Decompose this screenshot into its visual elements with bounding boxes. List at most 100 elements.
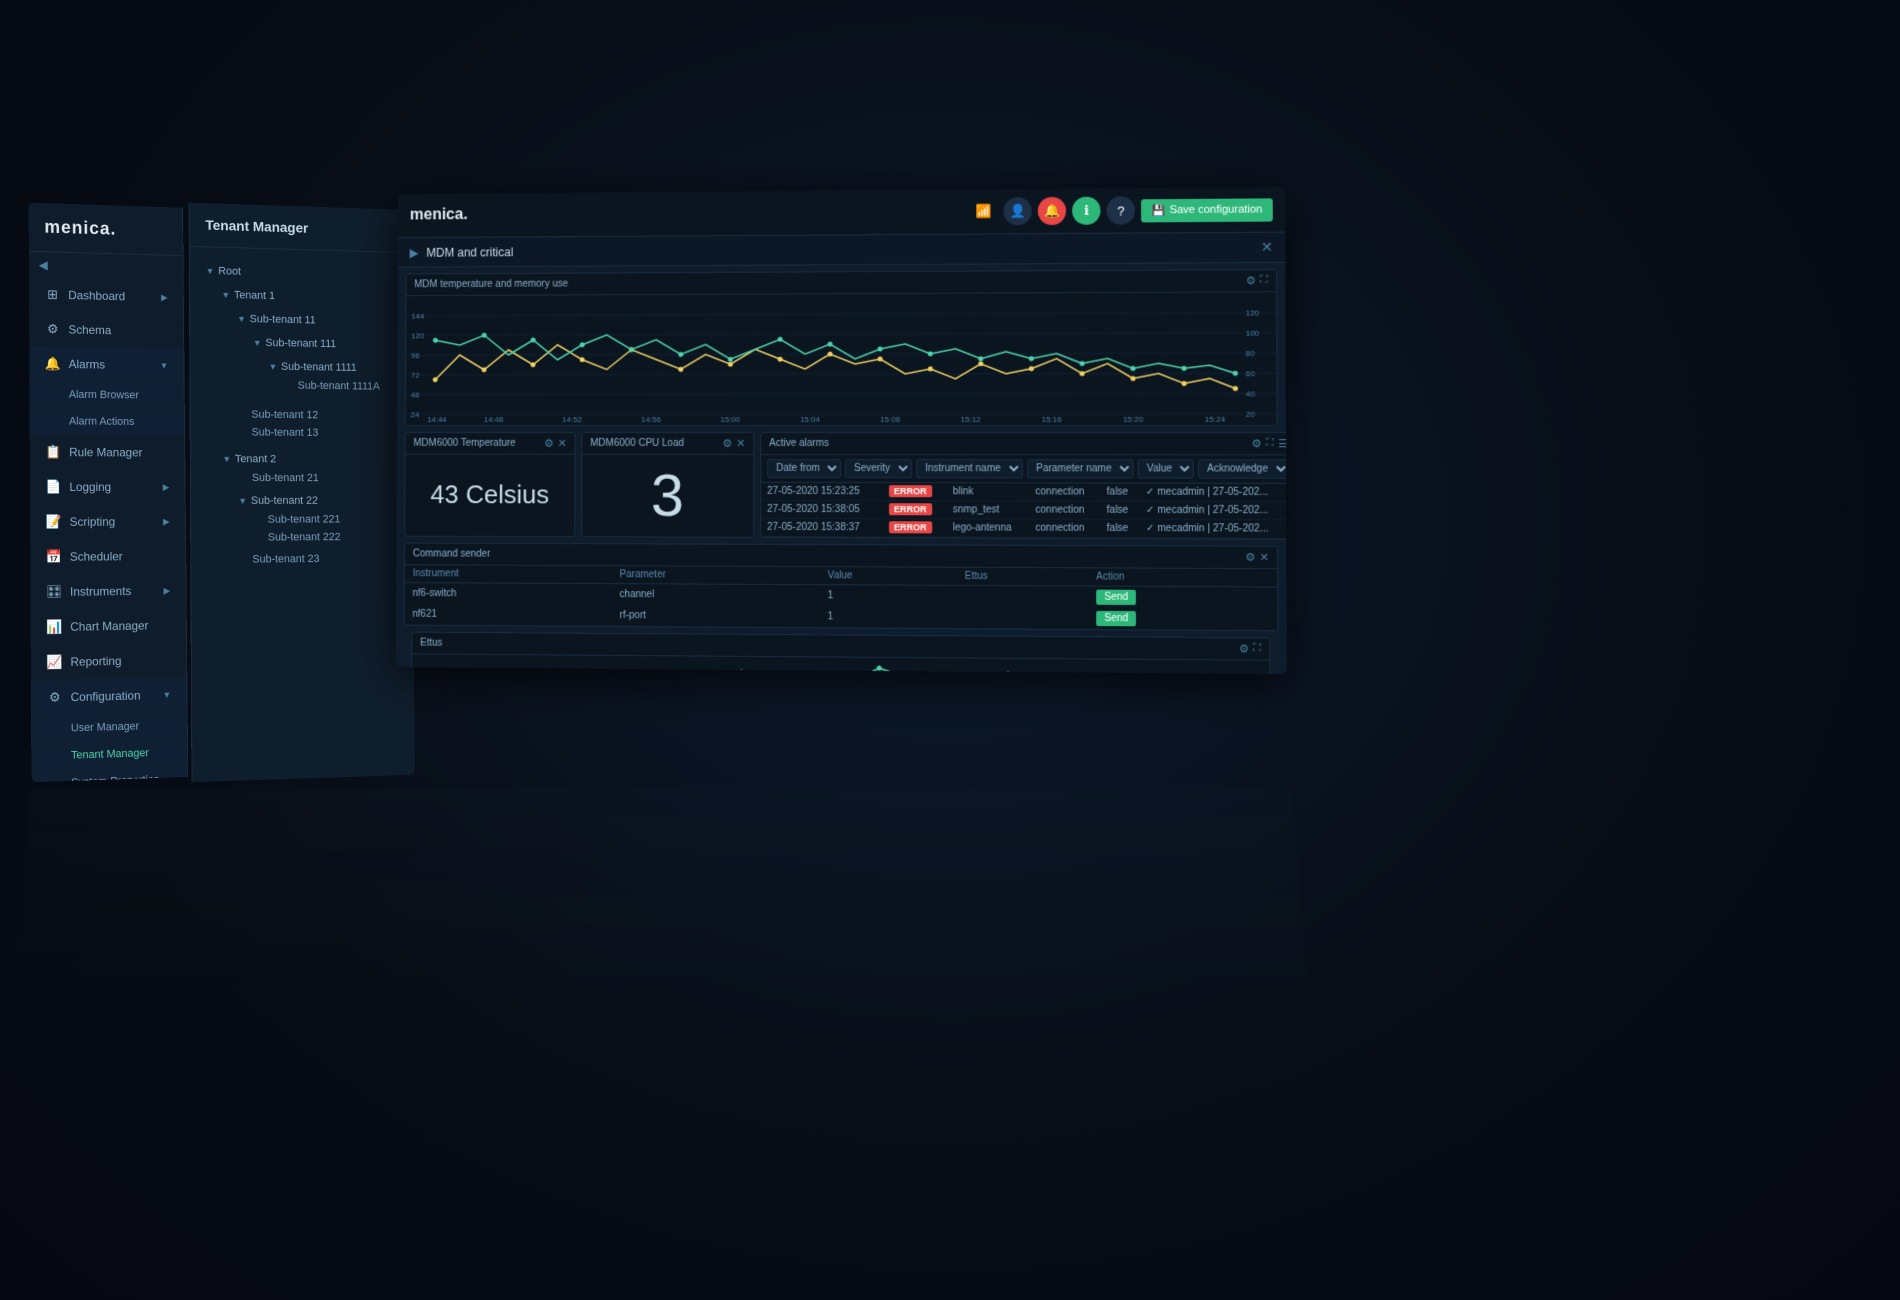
chart-settings-icon[interactable]: ⚙ <box>1246 274 1256 287</box>
save-config-button[interactable]: 💾 Save configuration <box>1141 198 1273 222</box>
tree-tenant2-label[interactable]: ▼ Tenant 2 <box>216 449 402 469</box>
alarm-ack: ✓ mecadmin | 27-05-202... <box>1140 501 1287 520</box>
scheduler-icon: 📅 <box>46 549 62 565</box>
back-arrow[interactable]: ▶ <box>410 245 419 259</box>
sidebar-sub-alarm-browser[interactable]: Alarm Browser <box>29 381 183 409</box>
dashboard-icon: ⊞ <box>45 287 61 303</box>
svg-text:14:48: 14:48 <box>484 415 504 424</box>
cmd-settings-icon[interactable]: ⚙ <box>1245 551 1255 564</box>
severity-filter[interactable]: Severity <box>845 459 912 478</box>
sidebar-collapse-btn[interactable]: ◀ <box>29 252 183 281</box>
chart-expand-icon[interactable]: ⛶ <box>1260 274 1268 287</box>
cpu-widget: MDM6000 CPU Load ⚙ ✕ 3 <box>581 432 754 538</box>
svg-text:60: 60 <box>1246 369 1256 378</box>
chart-canvas: 144 120 96 72 48 24 120 100 80 60 40 20 <box>406 292 1277 424</box>
tree-leaf-21[interactable]: Sub-tenant 21 <box>232 469 402 487</box>
tree-arrow: ▼ <box>222 454 231 464</box>
sidebar-item-reporting[interactable]: 📈 Reporting <box>31 643 187 681</box>
tree-root: ▼ Root ▼ Tenant 1 ▼ Sub-tenant 11 <box>200 257 404 577</box>
sidebar-sub-alarm-actions[interactable]: Alarm Actions <box>30 408 184 436</box>
arrow-icon: ▶ <box>163 585 170 596</box>
sub-header-title: MDM and critical <box>426 245 513 259</box>
sidebar-item-label: Scripting <box>70 515 116 529</box>
sidebar-item-label: Reporting <box>70 654 121 669</box>
alarm-severity: ERROR <box>883 519 947 537</box>
send-button[interactable]: Send <box>1096 590 1136 605</box>
alarm-severity: ERROR <box>883 501 947 519</box>
sidebar-item-scripting[interactable]: 📝 Scripting ▶ <box>30 505 185 540</box>
alarms-expand-icon[interactable]: ⛶ <box>1266 437 1274 450</box>
alarms-widget-header: Active alarms ⚙ ⛶ ☰ <box>761 433 1287 455</box>
cmd-col-ettus: Ettus <box>957 568 1088 586</box>
cpu-settings-icon[interactable]: ⚙ <box>722 437 732 450</box>
svg-text:15:00: 15:00 <box>720 415 740 424</box>
bell-icon-btn[interactable]: 🔔 <box>1038 197 1066 225</box>
cmd-ettus <box>957 585 1088 607</box>
sidebar-item-label: Scheduler <box>70 549 123 563</box>
alarm-parameter: connection <box>1029 501 1100 519</box>
tenant-tree: ▼ Root ▼ Tenant 1 ▼ Sub-tenant 11 <box>190 247 413 587</box>
cpu-title: MDM6000 CPU Load <box>590 438 684 449</box>
sidebar-item-label: Chart Manager <box>70 619 148 634</box>
save-config-label: Save configuration <box>1169 203 1262 216</box>
instruments-icon: 🎛 <box>46 584 62 600</box>
parameter-filter[interactable]: Parameter name <box>1027 459 1134 478</box>
tree-leaf-12[interactable]: Sub-tenant 12 <box>232 406 402 425</box>
subtenant22-label[interactable]: ▼ Sub-tenant 22 <box>232 491 402 511</box>
temp-close-icon[interactable]: ✕ <box>558 437 567 450</box>
save-icon: 💾 <box>1151 204 1165 217</box>
tree-arrow: ▼ <box>237 314 246 324</box>
sidebar-item-scheduler[interactable]: 📅 Scheduler <box>30 539 185 575</box>
acknowledge-filter[interactable]: Acknowledge <box>1198 459 1287 478</box>
subtenant1111-label[interactable]: ▼ Sub-tenant 1111 <box>263 357 402 379</box>
tree-arrow: ▼ <box>253 338 262 348</box>
help-icon-btn[interactable]: ? <box>1107 196 1135 224</box>
cmd-value: 1 <box>820 606 957 628</box>
svg-text:14:44: 14:44 <box>427 415 447 424</box>
temp-settings-icon[interactable]: ⚙ <box>544 437 554 450</box>
instrument-filter[interactable]: Instrument name <box>916 459 1023 478</box>
sidebar-item-configuration[interactable]: ⚙ Configuration ▼ <box>31 677 187 716</box>
alarm-instrument: blink <box>947 483 1030 501</box>
svg-text:14:52: 14:52 <box>562 415 582 424</box>
sidebar-item-instruments[interactable]: 🎛 Instruments ▶ <box>30 574 185 611</box>
date-from-filter[interactable]: Date from <box>767 459 841 478</box>
sidebar-item-chart-manager[interactable]: 📊 Chart Manager <box>31 608 186 645</box>
svg-text:72: 72 <box>411 371 420 380</box>
close-button[interactable]: ✕ <box>1261 239 1273 256</box>
tree-leaf-23[interactable]: Sub-tenant 23 <box>233 550 404 569</box>
alarms-settings-icon[interactable]: ⚙ <box>1252 437 1262 450</box>
alarms-list-icon[interactable]: ☰ <box>1278 437 1287 450</box>
sidebar: menica. ◀ ⊞ Dashboard ▶ ⚙ Schema 🔔 Alarm… <box>29 203 189 783</box>
sidebar-item-label: Alarms <box>69 357 105 371</box>
cmd-close-icon[interactable]: ✕ <box>1259 551 1269 564</box>
sidebar-item-schema[interactable]: ⚙ Schema <box>29 312 183 349</box>
sidebar-item-rule-manager[interactable]: 📋 Rule Manager <box>30 435 185 470</box>
svg-text:144: 144 <box>411 312 425 321</box>
cpu-close-icon[interactable]: ✕ <box>736 437 745 450</box>
user-icon-btn[interactable]: 👤 <box>1004 197 1032 225</box>
wifi-icon-btn[interactable]: 📶 <box>969 197 997 225</box>
cmd-row: nf621 rf-port 1 Send <box>405 604 1278 630</box>
sidebar-item-logging[interactable]: 📄 Logging ▶ <box>30 470 185 505</box>
cmd-parameter: rf-port <box>612 605 820 627</box>
logging-icon: 📄 <box>46 479 62 495</box>
send-button[interactable]: Send <box>1096 611 1136 626</box>
subtenant111-label[interactable]: ▼ Sub-tenant 111 <box>247 333 401 355</box>
alarm-row: 27-05-2020 15:38:05 ERROR snmp_test conn… <box>761 500 1287 520</box>
sidebar-item-dashboard[interactable]: ⊞ Dashboard ▶ <box>29 277 183 315</box>
value-filter[interactable]: Value <box>1138 459 1194 478</box>
tree-leaf-1111A[interactable]: Sub-tenant 1111A <box>278 377 401 396</box>
sidebar-item-alarms[interactable]: 🔔 Alarms ▼ <box>29 347 183 384</box>
cmd-col-action: Action <box>1088 568 1277 587</box>
tree-leaf-221[interactable]: Sub-tenant 221 <box>248 510 403 528</box>
cmd-value: 1 <box>820 585 957 607</box>
info-icon-btn[interactable]: ℹ <box>1072 197 1100 225</box>
tree-leaf-13[interactable]: Sub-tenant 13 <box>232 424 402 443</box>
ettus-expand-icon[interactable]: ⛶ <box>1253 642 1261 655</box>
tree-leaf-222[interactable]: Sub-tenant 222 <box>248 528 403 547</box>
cmd-col-instrument: Instrument <box>405 565 612 583</box>
tree-subtenant1111: ▼ Sub-tenant 1111 Sub-tenant 1111A <box>263 353 402 400</box>
ettus-settings-icon[interactable]: ⚙ <box>1239 642 1249 655</box>
sidebar-item-label: Rule Manager <box>69 445 142 459</box>
